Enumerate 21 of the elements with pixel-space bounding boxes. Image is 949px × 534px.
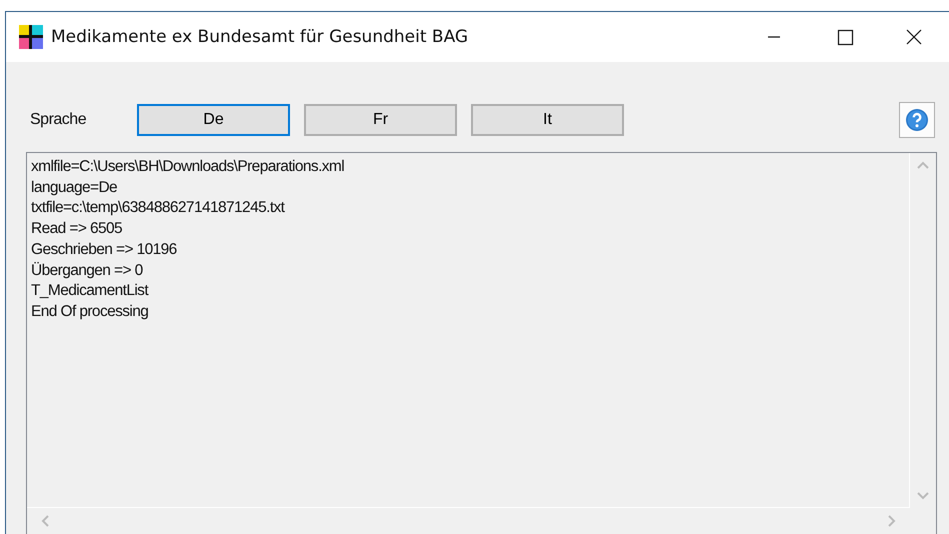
log-line: language=De (31, 178, 118, 198)
app-logo-icon (19, 25, 43, 49)
language-button[interactable]: Fr (304, 104, 457, 136)
log-line: T_MedicamentList (31, 281, 150, 302)
log-line: txtfile=c:\temp\638488627141871245.txt (31, 198, 286, 218)
scroll-up-icon[interactable] (917, 161, 929, 169)
output-text-area[interactable]: xmlfile=C:\Users\BH\Downloads\Preparations.xml language=De txtfile=c:\temp\638488627141871245.txt Read => 6505 Geschrieben => 10196 Übergangen => 0 T_MedicamentList End Of processing (26, 152, 937, 534)
scroll-left-icon[interactable] (41, 515, 49, 527)
window-title: Medikamente ex Bundesamt für Gesundheit BAG (51, 27, 468, 47)
language-button[interactable]: It (471, 104, 624, 136)
log-line: Übergangen => 0 (31, 260, 144, 281)
help-icon (905, 108, 929, 132)
log-line: Read => 6505 (31, 219, 124, 240)
language-label: Sprache (30, 111, 88, 129)
log-line: Geschrieben => 10196 (31, 240, 178, 260)
language-button[interactable]: De (137, 104, 290, 136)
scroll-down-icon[interactable] (917, 492, 929, 500)
log-line: xmlfile=C:\Users\BH\Downloads\Preparations.xml (31, 157, 346, 177)
help-button[interactable] (899, 102, 935, 138)
scroll-right-icon[interactable] (888, 515, 896, 527)
log-line: End Of processing (31, 302, 150, 322)
